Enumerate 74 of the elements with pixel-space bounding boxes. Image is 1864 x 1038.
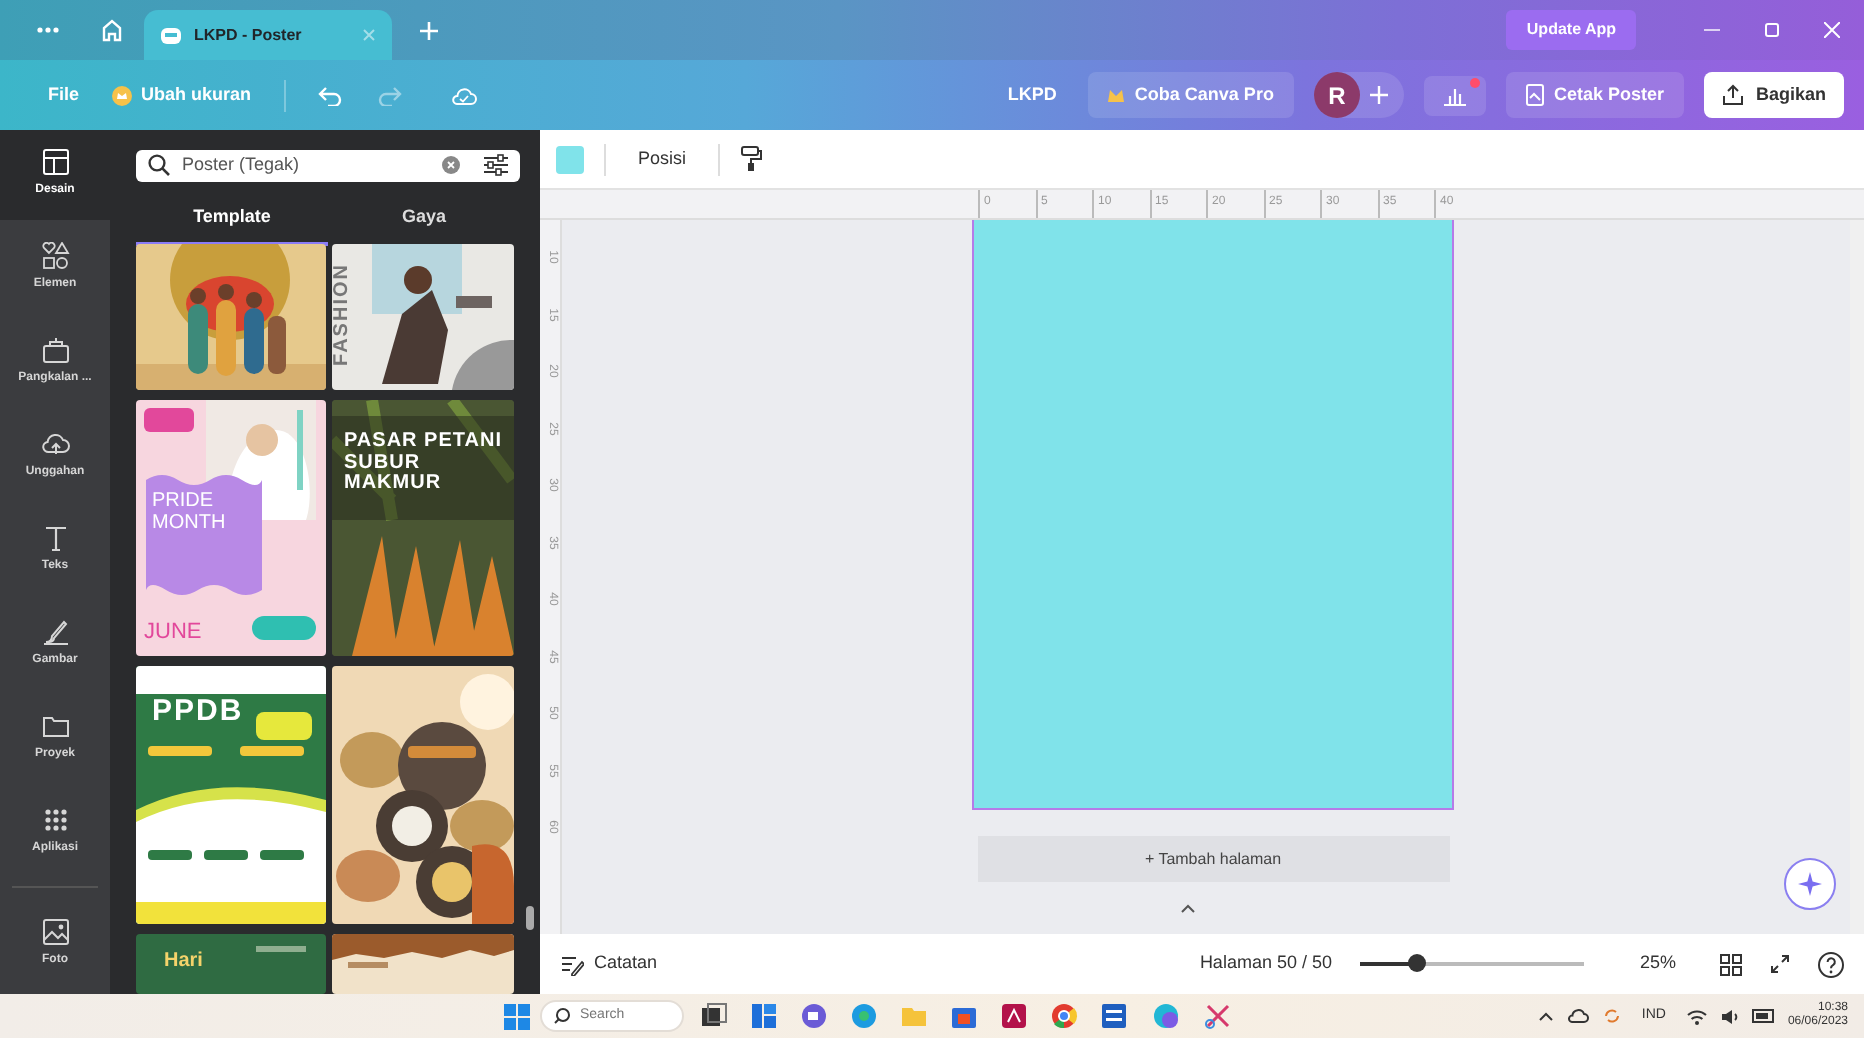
chrome-icon[interactable]	[1050, 1002, 1078, 1030]
chevron-up-icon[interactable]	[1537, 1011, 1554, 1021]
browser-tab[interactable]: LKPD - Poster	[144, 10, 392, 60]
template-title: PPDB	[152, 696, 244, 728]
wifi-icon[interactable]	[1685, 1007, 1708, 1025]
shapes-icon	[41, 242, 69, 270]
clear-icon[interactable]	[442, 156, 460, 175]
panel-tab[interactable]: Gaya	[328, 197, 520, 246]
home-icon[interactable]	[100, 18, 124, 42]
notes-icon	[560, 953, 584, 975]
grid-view-icon[interactable]	[1720, 953, 1742, 975]
folder-icon	[41, 712, 69, 740]
menu-icon[interactable]	[36, 26, 60, 34]
plus-icon[interactable]	[420, 21, 438, 39]
template-title: PASAR PETANI SUBUR MAKMUR	[344, 432, 504, 495]
fullscreen-icon[interactable]	[1770, 954, 1790, 974]
briefcase-icon	[41, 336, 69, 364]
crown-icon	[1108, 88, 1125, 102]
template-title: JUNE	[144, 622, 202, 646]
close-icon[interactable]	[1824, 22, 1840, 38]
upload-icon	[41, 430, 69, 458]
slider-thumb[interactable]	[1407, 954, 1426, 972]
help-icon[interactable]	[1818, 951, 1844, 977]
color-swatch[interactable]	[556, 145, 584, 173]
text-icon	[41, 524, 69, 552]
notes-button[interactable]: Catatan	[560, 950, 658, 978]
windows-icon[interactable]	[504, 1003, 530, 1029]
template-title: PRIDE MONTH	[152, 492, 228, 534]
document-icon	[160, 25, 182, 45]
undo-icon[interactable]	[317, 85, 342, 105]
bar-chart-icon	[1443, 85, 1466, 105]
browser-icon[interactable]	[850, 1002, 878, 1030]
snipping-icon[interactable]	[1204, 1002, 1232, 1030]
redo-icon	[377, 85, 402, 105]
store-icon[interactable]	[950, 1002, 978, 1030]
search-icon	[148, 154, 170, 177]
zoom-reading[interactable]: 25%	[1639, 950, 1676, 978]
magic-button[interactable]	[1784, 858, 1836, 910]
plus-icon[interactable]	[1369, 86, 1388, 104]
apps-grid-icon	[41, 806, 69, 834]
speaker-icon[interactable]	[1719, 1007, 1740, 1025]
video-call-icon[interactable]	[800, 1002, 828, 1030]
search-icon	[554, 1008, 570, 1024]
search-box[interactable]: Poster (Tegak)	[136, 150, 520, 181]
paint-roller-icon[interactable]	[740, 146, 763, 172]
print-icon	[1525, 84, 1544, 106]
restore-icon[interactable]	[1764, 22, 1780, 38]
scrollbar[interactable]	[1850, 220, 1864, 934]
share-button[interactable]: Bagikan	[1703, 71, 1844, 119]
widgets-icon[interactable]	[750, 1002, 778, 1030]
layout-icon	[41, 148, 69, 176]
crown-icon	[111, 85, 132, 105]
battery-icon[interactable]	[1751, 1008, 1776, 1024]
update-app-button[interactable]: Update App	[1506, 10, 1636, 50]
app-icon[interactable]	[1152, 1002, 1180, 1030]
avatar[interactable]: R	[1313, 72, 1360, 118]
reader-icon[interactable]	[1000, 1002, 1028, 1030]
task-view-icon[interactable]	[700, 1002, 728, 1030]
scrollbar-thumb[interactable]	[526, 906, 534, 930]
template-title: FASHION	[332, 263, 354, 366]
analytics-button[interactable]	[1423, 75, 1486, 115]
page-indicator[interactable]: Halaman 50 / 50	[1199, 950, 1332, 978]
cloud-icon[interactable]	[1565, 1008, 1590, 1024]
share-icon	[1721, 84, 1744, 106]
draw-icon	[41, 618, 69, 646]
word-icon[interactable]	[1100, 1002, 1128, 1030]
add-page-button[interactable]: + Tambah halaman	[977, 836, 1449, 882]
filter-icon[interactable]	[484, 154, 508, 177]
chevron-up-icon[interactable]	[1180, 904, 1196, 915]
position-button[interactable]: Posisi	[626, 141, 699, 177]
photo-icon	[41, 918, 69, 946]
sync-icon[interactable]	[1601, 1006, 1622, 1026]
sparkle-icon	[1798, 872, 1822, 896]
template-title: Hari	[164, 952, 203, 973]
